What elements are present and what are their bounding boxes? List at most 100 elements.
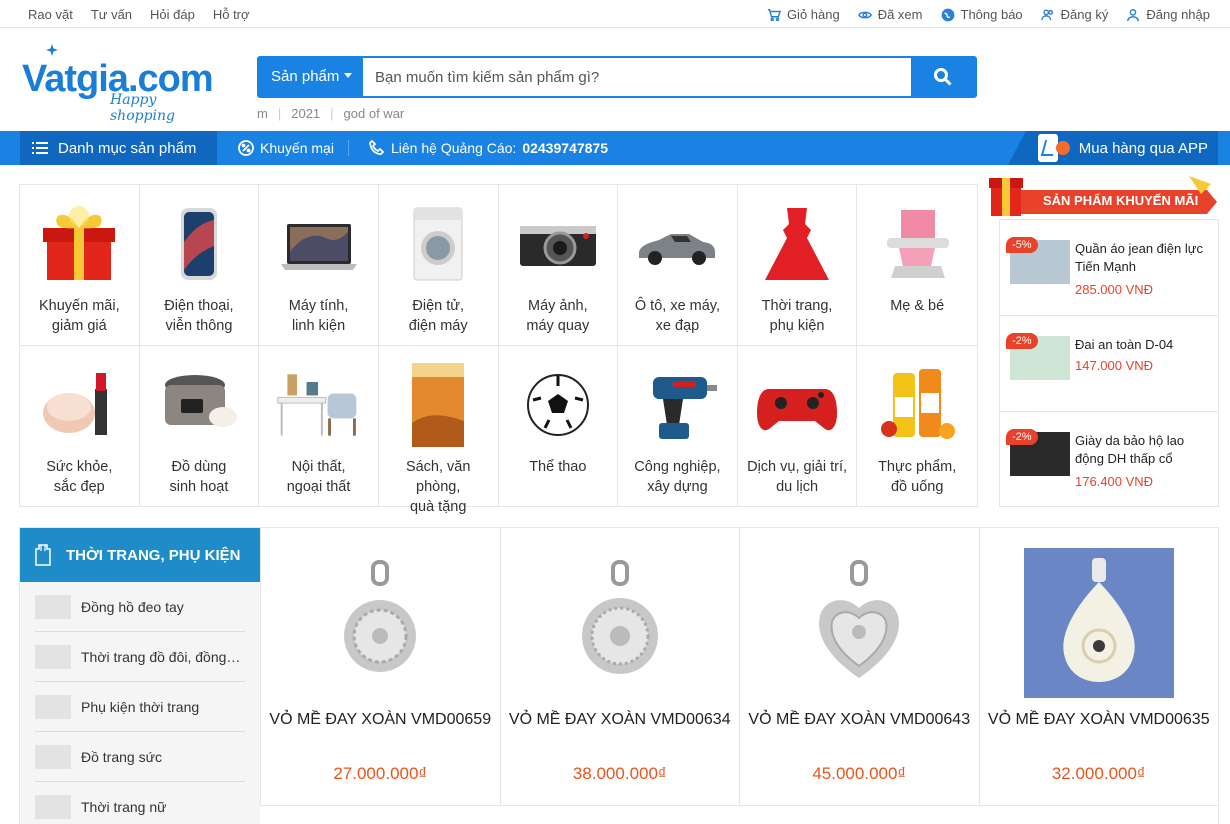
category-label: Điện thoại, (164, 298, 234, 314)
top-left-links: Rao vặt Tư vấn Hỏi đáp Hỗ trợ (28, 7, 250, 22)
product-image (305, 548, 455, 698)
subcategory-label: Đồ trang sức (81, 748, 162, 765)
cart-label: Giỏ hàng (786, 7, 840, 22)
mobile-app-icon (1038, 134, 1058, 162)
subcategory-thumbnail (35, 594, 71, 619)
section-header[interactable]: THỜI TRANG, PHỤ KIỆN (20, 528, 260, 582)
link-ho-tro[interactable]: Hỗ trợ (213, 7, 250, 22)
suggestion-item[interactable]: god of war (344, 106, 405, 121)
subcategory-label: Thời trang đồ đôi, đồng phục (81, 648, 241, 665)
download-icon (1056, 141, 1070, 155)
category-item[interactable]: Điện tử, điện máy (378, 185, 499, 346)
login-link[interactable]: Đăng nhập (1126, 7, 1210, 22)
product-name: VỎ MỀ ĐAY XOÀN VMD00659 (269, 711, 492, 728)
product-card[interactable]: VỎ MỀ ĐAY XOÀN VMD00643 45.000.000₫ (739, 528, 979, 806)
category-label: phụ kiện (769, 318, 825, 334)
divider: | (277, 106, 282, 121)
category-item[interactable]: Máy tính, linh kiện (259, 185, 379, 346)
category-label: Công nghiệp, (634, 458, 721, 475)
car-icon (632, 199, 722, 289)
notify-link[interactable]: Thông báo (941, 7, 1023, 22)
app-download-button[interactable]: Mua hàng qua APP (1008, 131, 1218, 165)
washing-machine-icon (393, 199, 483, 289)
category-item[interactable]: Máy ảnh, máy quay (498, 185, 619, 346)
subcategory-list: Đồng hồ đeo tay Thời trang đồ đôi, đồng … (20, 582, 260, 824)
chevron-down-icon (344, 73, 353, 78)
category-item[interactable]: Thời trang, phụ kiện (737, 185, 858, 346)
category-menu-label: Danh mục sản phẩm (58, 139, 197, 157)
category-menu-button[interactable]: Danh mục sản phẩm (20, 131, 217, 165)
promo-item[interactable]: -2% Đai an toàn D-04 147.000 VNĐ (1000, 316, 1218, 412)
product-name: VỎ MỀ ĐAY XOÀN VMD00634 (508, 711, 731, 728)
search-category-label: Sản phẩm (271, 68, 340, 85)
register-label: Đăng ký (1060, 7, 1109, 22)
search-icon (934, 68, 952, 86)
subcategory-item[interactable]: Đồng hồ đeo tay (35, 582, 245, 632)
hotline[interactable]: Liên hệ Quảng Cáo: 02439747875 (369, 140, 608, 156)
viewed-link[interactable]: Đã xem (857, 7, 923, 22)
top-bar: Rao vặt Tư vấn Hỏi đáp Hỗ trợ Giỏ hàng Đ… (0, 0, 1230, 28)
category-label: Máy ảnh, (527, 298, 588, 314)
category-item[interactable]: Khuyến mãi, giảm giá (20, 185, 140, 346)
rice-cooker-icon (154, 360, 244, 450)
suggestion-item[interactable]: m (257, 106, 268, 121)
cart-icon (767, 8, 781, 21)
link-hoi-dap[interactable]: Hỏi đáp (150, 7, 195, 22)
fashion-section: THỜI TRANG, PHỤ KIỆN Đồng hồ đeo tay Thờ… (19, 527, 1219, 824)
promo-list: -5% Quần áo jean điện lực Tiến Mạnh 285.… (999, 219, 1219, 507)
category-item[interactable]: Sách, văn phòng, quà tặng (379, 345, 499, 515)
subcategory-item[interactable]: Phụ kiện thời trang (35, 682, 245, 732)
category-label: sinh hoạt (169, 478, 229, 495)
subcategory-item[interactable]: Thời trang nữ (35, 782, 245, 824)
category-item[interactable]: Thể thao (499, 345, 619, 506)
subcategory-label: Thời trang nữ (81, 799, 167, 815)
category-label: Đồ dùng (171, 458, 227, 475)
category-item[interactable]: Dịch vụ, giải trí, du lịch (738, 345, 858, 506)
link-tu-van[interactable]: Tư vấn (91, 7, 132, 22)
link-rao-vat[interactable]: Rao vặt (28, 7, 73, 22)
search-category-dropdown[interactable]: Sản phẩm (259, 58, 363, 96)
product-card[interactable]: VỎ MỀ ĐAY XOÀN VMD00659 27.000.000₫ (260, 528, 500, 806)
cart-link[interactable]: Giỏ hàng (767, 7, 840, 22)
category-item[interactable]: Nội thất, ngoại thất (259, 345, 379, 506)
product-grid: VỎ MỀ ĐAY XOÀN VMD00659 27.000.000₫ VỎ M… (260, 528, 1218, 824)
site-logo[interactable]: Vatgia.com Happy shopping (22, 44, 222, 124)
category-label: máy quay (526, 318, 590, 334)
category-label: Khuyến mãi, (39, 298, 120, 314)
promo-item-name: Quần áo jean điện lực Tiến Mạnh (1075, 241, 1203, 274)
subcategory-thumbnail (35, 744, 71, 769)
logo-tagline: Happy shopping (110, 92, 176, 124)
promo-header-banner: SẢN PHẨM KHUYẾN MÃI (989, 170, 1223, 228)
category-item[interactable]: Điện thoại, viễn thông (139, 185, 260, 346)
notify-label: Thông báo (960, 7, 1023, 22)
hotline-label: Liên hệ Quảng Cáo: (391, 140, 517, 156)
register-link[interactable]: Đăng ký (1040, 7, 1109, 22)
promo-item[interactable]: -2% Giày da bảo hộ lao động DH thấp cổ 1… (1000, 412, 1218, 508)
category-item[interactable]: Mẹ & bé (857, 185, 977, 346)
search-button[interactable] (911, 58, 975, 96)
globe-icon (941, 8, 954, 21)
discount-icon (238, 140, 254, 156)
eye-icon (857, 11, 872, 18)
category-item[interactable]: Ô tô, xe máy, xe đạp (618, 185, 738, 346)
subcategory-item[interactable]: Thời trang đồ đôi, đồng phục (35, 632, 245, 682)
promo-item[interactable]: -5% Quần áo jean điện lực Tiến Mạnh 285.… (1000, 220, 1218, 316)
subcategory-thumbnail (35, 795, 71, 819)
category-item[interactable]: Công nghiệp, xây dựng (618, 345, 738, 506)
product-card[interactable]: VỎ MỀ ĐAY XOÀN VMD00635 32.000.000₫ (978, 528, 1218, 806)
search-input[interactable] (363, 58, 911, 96)
promotions-link[interactable]: Khuyến mại (238, 140, 334, 156)
subcategory-label: Đồng hồ đeo tay (81, 598, 184, 615)
viewed-label: Đã xem (877, 7, 923, 22)
subcategory-thumbnail (35, 694, 71, 719)
product-price: 45.000.000₫ (812, 764, 907, 783)
subcategory-item[interactable]: Đồ trang sức (35, 732, 245, 782)
category-item[interactable]: Đồ dùng sinh hoạt (140, 345, 260, 506)
product-card[interactable]: VỎ MỀ ĐAY XOÀN VMD00634 38.000.000₫ (499, 528, 739, 806)
category-item[interactable]: Sức khỏe, sắc đẹp (20, 345, 140, 506)
category-item[interactable]: Thực phẩm, đồ uống (857, 346, 977, 507)
category-label: đồ uống (890, 478, 944, 495)
suggestion-item[interactable]: 2021 (291, 106, 320, 121)
search-suggestions: m | 2021 | god of war (257, 106, 404, 121)
user-icon (1127, 8, 1140, 21)
